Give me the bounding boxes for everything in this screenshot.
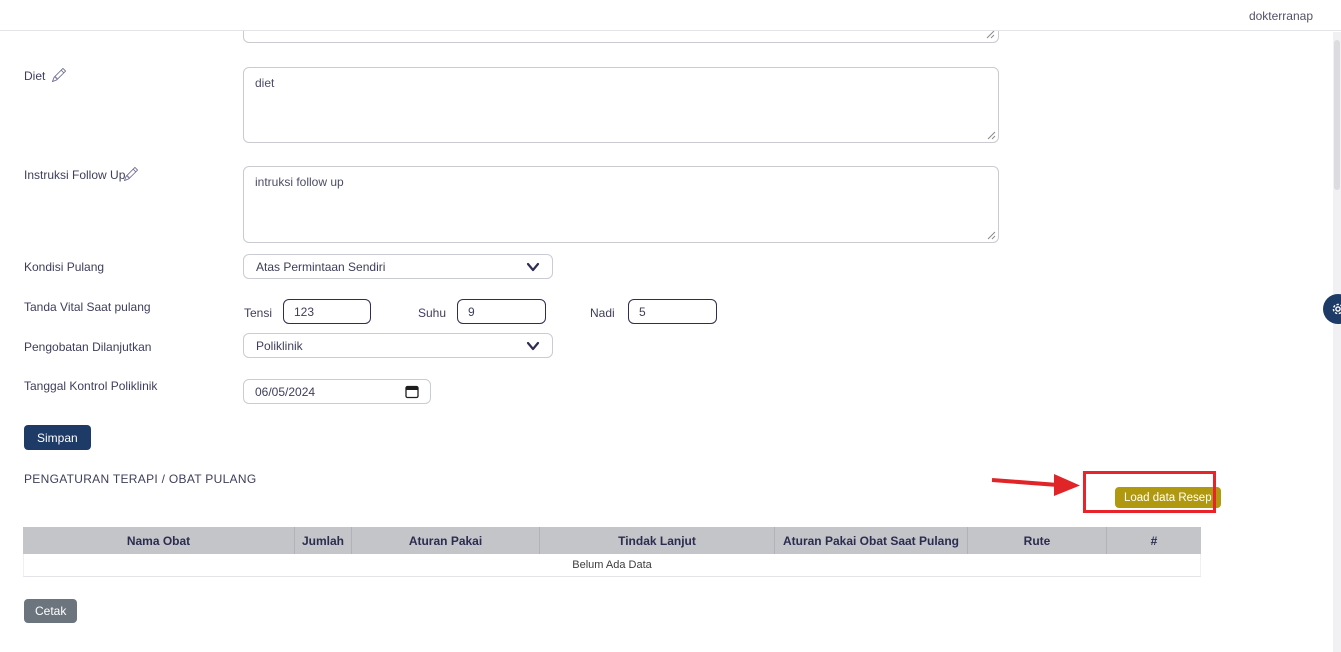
discharge-form-page: dokterranap Diet diet Instruksi Follow U… bbox=[0, 0, 1341, 652]
top-navbar: dokterranap bbox=[0, 0, 1341, 31]
pengobatan-selected-value: Poliklinik bbox=[256, 339, 303, 353]
red-arrow-annotation bbox=[988, 470, 1083, 498]
settings-fab[interactable] bbox=[1323, 294, 1341, 324]
pengobatan-label: Pengobatan Dilanjutkan bbox=[24, 340, 151, 354]
col-header-rute: Rute bbox=[968, 527, 1107, 554]
chevron-down-icon bbox=[526, 341, 540, 351]
tanggal-kontrol-value: 06/05/2024 bbox=[255, 385, 315, 399]
red-highlight-box bbox=[1083, 471, 1216, 513]
nadi-input[interactable] bbox=[628, 299, 717, 324]
kondisi-pulang-label: Kondisi Pulang bbox=[24, 260, 104, 274]
followup-label: Instruksi Follow Up bbox=[24, 168, 125, 182]
pengobatan-select[interactable]: Poliklinik bbox=[243, 333, 553, 358]
kondisi-pulang-select[interactable]: Atas Permintaan Sendiri bbox=[243, 254, 553, 279]
calendar-icon[interactable] bbox=[405, 384, 419, 399]
scrollbar[interactable] bbox=[1333, 32, 1341, 652]
diet-field-wrap: diet bbox=[243, 67, 999, 143]
gear-icon bbox=[1330, 301, 1341, 317]
logged-in-user[interactable]: dokterranap bbox=[1249, 9, 1313, 23]
suhu-input[interactable] bbox=[457, 299, 546, 324]
save-button[interactable]: Simpan bbox=[24, 425, 91, 450]
tanggal-kontrol-date-input[interactable]: 06/05/2024 bbox=[243, 379, 431, 404]
diet-textarea[interactable]: diet bbox=[243, 67, 999, 143]
vital-label: Tanda Vital Saat pulang bbox=[24, 300, 151, 314]
suhu-label: Suhu bbox=[418, 306, 446, 320]
terapi-section-title: PENGATURAN TERAPI / OBAT PULANG bbox=[24, 472, 256, 486]
col-header-jumlah: Jumlah bbox=[295, 527, 352, 554]
pencil-icon[interactable] bbox=[52, 68, 66, 82]
scrollbar-thumb[interactable] bbox=[1334, 40, 1340, 190]
print-button[interactable]: Cetak bbox=[24, 599, 77, 623]
followup-field-wrap: intruksi follow up bbox=[243, 166, 999, 243]
chevron-down-icon bbox=[526, 262, 540, 272]
col-header-aturan-pakai: Aturan Pakai bbox=[352, 527, 540, 554]
col-header-tindak-lanjut: Tindak Lanjut bbox=[540, 527, 775, 554]
obat-pulang-table: Nama Obat Jumlah Aturan Pakai Tindak Lan… bbox=[23, 527, 1201, 577]
tanggal-kontrol-label: Tanggal Kontrol Poliklinik bbox=[24, 379, 157, 393]
diet-label: Diet bbox=[24, 69, 45, 83]
table-header-row: Nama Obat Jumlah Aturan Pakai Tindak Lan… bbox=[23, 527, 1201, 554]
col-header-aturan-pakai-pulang: Aturan Pakai Obat Saat Pulang bbox=[775, 527, 968, 554]
pencil-icon[interactable] bbox=[124, 167, 138, 181]
tensi-label: Tensi bbox=[244, 306, 272, 320]
kondisi-pulang-selected-value: Atas Permintaan Sendiri bbox=[256, 260, 385, 274]
followup-textarea[interactable]: intruksi follow up bbox=[243, 166, 999, 243]
col-header-nama-obat: Nama Obat bbox=[23, 527, 295, 554]
col-header-actions: # bbox=[1107, 527, 1201, 554]
nadi-label: Nadi bbox=[590, 306, 615, 320]
tensi-input[interactable] bbox=[283, 299, 371, 324]
table-empty-row: Belum Ada Data bbox=[23, 554, 1201, 577]
